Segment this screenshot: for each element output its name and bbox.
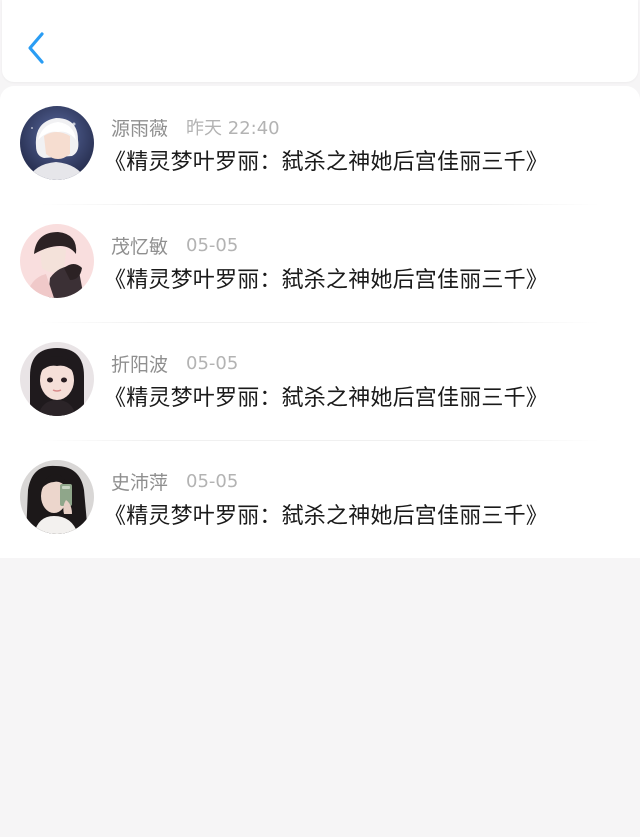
chevron-left-icon (28, 32, 44, 64)
message-time: 05-05 (186, 470, 239, 492)
sender-name: 源雨薇 (111, 117, 169, 140)
girl-selfie-avatar (20, 460, 94, 534)
message-item[interactable]: 茂忆敏 05-05 《精灵梦叶罗丽：弑杀之神她后宫佳丽三千》 (0, 204, 640, 322)
sender-name: 折阳波 (111, 353, 169, 376)
avatar[interactable] (20, 342, 94, 416)
message-content: 《精灵梦叶罗丽：弑杀之神她后宫佳丽三千》 (104, 504, 549, 529)
back-button[interactable] (20, 26, 60, 70)
message-meta: 源雨薇 昨天 22:40 (111, 114, 280, 140)
message-meta: 史沛萍 05-05 (111, 468, 238, 494)
avatar[interactable] (20, 460, 94, 534)
avatar[interactable] (20, 224, 94, 298)
message-time: 05-05 (186, 234, 239, 256)
message-content: 《精灵梦叶罗丽：弑杀之神她后宫佳丽三千》 (104, 386, 549, 411)
message-list: 源雨薇 昨天 22:40 《精灵梦叶罗丽：弑杀之神她后宫佳丽三千》 茂忆敏 05… (0, 86, 640, 558)
top-bar (2, 0, 638, 82)
message-time: 昨天 22:40 (186, 118, 280, 139)
message-content: 《精灵梦叶罗丽：弑杀之神她后宫佳丽三千》 (104, 150, 549, 175)
sender-name: 史沛萍 (111, 471, 169, 494)
avatar[interactable] (20, 106, 94, 180)
message-time: 05-05 (186, 352, 239, 374)
message-item[interactable]: 折阳波 05-05 《精灵梦叶罗丽：弑杀之神她后宫佳丽三千》 (0, 322, 640, 440)
message-meta: 茂忆敏 05-05 (111, 232, 238, 258)
sender-name: 茂忆敏 (111, 235, 169, 258)
girl-photo-avatar (20, 342, 94, 416)
message-meta: 折阳波 05-05 (111, 350, 238, 376)
anime-couple-avatar (20, 224, 94, 298)
message-item[interactable]: 源雨薇 昨天 22:40 《精灵梦叶罗丽：弑杀之神她后宫佳丽三千》 (0, 86, 640, 204)
message-item[interactable]: 史沛萍 05-05 《精灵梦叶罗丽：弑杀之神她后宫佳丽三千》 (0, 440, 640, 558)
anime-boy-avatar (20, 106, 94, 180)
message-content: 《精灵梦叶罗丽：弑杀之神她后宫佳丽三千》 (104, 268, 549, 293)
